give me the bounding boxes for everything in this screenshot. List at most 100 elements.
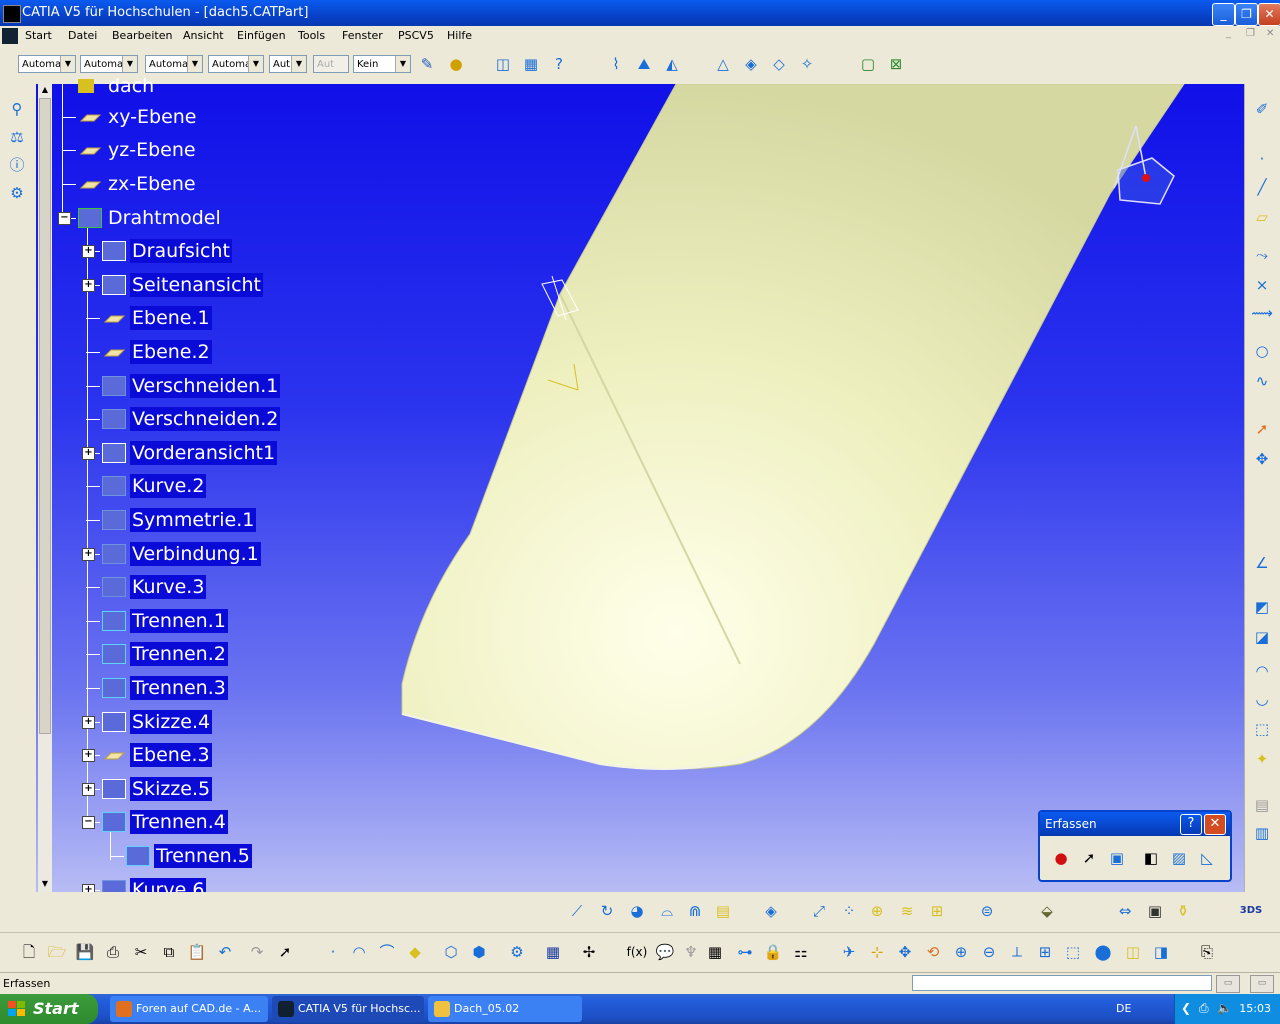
circle-icon[interactable]: ○ [1251,340,1273,362]
document-icon[interactable] [2,28,18,44]
layer-filter-combo[interactable]: Kein ▼ [353,55,411,73]
menu-hilfe[interactable]: Hilfe [447,29,472,42]
sphere-icon[interactable]: ◕ [626,900,648,922]
point-tool-icon[interactable]: · [322,941,344,963]
zoom-in-icon[interactable]: ⊕ [950,941,972,963]
options-icon[interactable]: ▣ [1104,844,1130,872]
help-arrow-icon[interactable]: ➚ [274,941,296,963]
copy-icon[interactable]: ⧉ [158,941,180,963]
plane-icon[interactable]: ▱ [1251,206,1273,228]
material-icon[interactable]: ● [445,53,467,75]
update-icon[interactable]: ⎘ [1196,941,1218,963]
table-icon[interactable]: ▦ [704,941,726,963]
fit-all-icon[interactable]: ⊹ [866,941,888,963]
hide-show-icon[interactable]: ◫ [1122,941,1144,963]
help-button[interactable]: ? [1180,814,1202,835]
extract-icon[interactable]: ⬚ [1251,718,1273,740]
menu-bearbeiten[interactable]: Bearbeiten [112,29,172,42]
paste-icon[interactable]: 📋 [186,941,208,963]
surface-icon[interactable]: ◭ [661,53,683,75]
offset-icon[interactable]: ⟿ [1251,302,1273,324]
pointer-icon[interactable]: ➚ [1076,844,1102,872]
boolean-icon[interactable]: ⊕ [866,900,888,922]
print-icon[interactable]: ⎙ [102,941,124,963]
erfassen-header[interactable]: Erfassen ? ✕ [1040,812,1230,836]
point-type-combo[interactable]: Automa ▼ [208,55,264,73]
doc-minimize-button[interactable]: _ [1226,28,1231,39]
new-icon[interactable]: 🗋 [18,941,40,963]
rotate-icon[interactable]: ⟲ [922,941,944,963]
open-icon[interactable]: 🗁 [46,941,68,963]
fillet-icon[interactable]: ◠ [1251,660,1273,682]
point-icon[interactable]: · [1251,148,1273,170]
spline-icon[interactable]: ∿ [1251,370,1273,392]
shape-icon[interactable]: ⬡ [440,941,462,963]
wireframe-cube-icon[interactable]: ⊠ [885,53,907,75]
translate-icon[interactable]: ✦ [1251,748,1273,770]
solid-icon[interactable]: ◈ [760,900,782,922]
pattern-icon[interactable]: ⁘ [838,900,860,922]
doc-close-button[interactable]: ✕ [1266,28,1274,39]
expand-icon[interactable]: + [82,245,95,258]
network-icon[interactable]: ⎙ [1199,1001,1209,1016]
record-icon[interactable]: ● [1048,844,1074,872]
tray-expand-icon[interactable]: ❮ [1181,1001,1191,1015]
cube-icon[interactable]: ▢ [857,53,879,75]
taskbar-item-firefox[interactable]: Foren auf CAD.de - A... [110,996,268,1022]
menu-datei[interactable]: Datei [68,29,97,42]
status-button-2[interactable]: ▭ [1250,975,1274,993]
shading-icon[interactable]: ⬤ [1092,941,1114,963]
expand-icon[interactable]: + [82,279,95,292]
bottle-icon[interactable]: ⚱ [1172,900,1194,922]
expand-icon[interactable]: + [82,716,95,729]
comment-icon[interactable]: 💬 [654,941,676,963]
layer-combo[interactable]: Aut ▼ [269,55,307,73]
expand-icon[interactable]: + [82,447,95,460]
zoom-out-icon[interactable]: ⊖ [978,941,1000,963]
tree-icon[interactable]: ⊶ [734,941,756,963]
shape-2-icon[interactable]: ⬢ [468,941,490,963]
line-weight-combo[interactable]: Automa ▼ [145,55,203,73]
analysis-tool-icon[interactable]: ⊜ [976,900,998,922]
sensor-icon[interactable]: ▣ [1144,900,1166,922]
compass-tool-icon[interactable]: ✢ [578,941,600,963]
normal-view-icon[interactable]: ⟂ [1006,941,1028,963]
expand-icon[interactable]: + [82,783,95,796]
curve-analysis-icon[interactable]: ∠ [1251,552,1273,574]
scroll-thumb[interactable] [39,98,51,734]
navigation-icon[interactable]: ⚙ [6,182,28,204]
sketcher-icon[interactable]: ✐ [1251,98,1273,120]
surface-tool-icon[interactable]: ◆ [404,941,426,963]
sweep-icon[interactable]: ⌇ [605,53,627,75]
geometric-set-icon[interactable]: ⚙ [506,941,528,963]
line-type-combo[interactable]: Automa ▼ [80,55,138,73]
album-icon[interactable]: ◺ [1194,844,1220,872]
menu-einfuegen[interactable]: Einfügen [237,29,286,42]
info-icon[interactable]: ⓘ [6,154,28,176]
scroll-down-icon[interactable]: ▼ [39,878,51,890]
tree-scrollbar[interactable]: ▲ ▼ [38,84,52,892]
capture-mode-icon[interactable]: ◧ [1138,844,1164,872]
extrude-icon[interactable]: ⛰ [633,53,655,75]
scroll-up-icon[interactable]: ▲ [39,84,51,96]
intersection-icon[interactable]: ⨯ [1251,274,1273,296]
catalog-icon[interactable]: ⬙ [1036,900,1058,922]
pan-icon[interactable]: ✥ [894,941,916,963]
taskbar-item-catia[interactable]: CATIA V5 für Hochsc... [272,996,424,1022]
collapse-icon[interactable]: − [58,212,71,225]
reference-icon[interactable]: ⚏ [790,941,812,963]
formula-icon[interactable]: f(x) [626,941,648,963]
multi-section-icon[interactable]: ✧ [796,53,818,75]
menu-ansicht[interactable]: Ansicht [183,29,224,42]
menu-tools[interactable]: Tools [298,29,325,42]
blend-icon[interactable]: ◇ [768,53,790,75]
knowledge-icon[interactable]: ♆ [680,941,702,963]
expand-icon[interactable]: + [82,749,95,762]
thickness-icon[interactable]: ▤ [712,900,734,922]
pyramid-icon[interactable]: △ [712,53,734,75]
lock-icon[interactable]: 🔒 [762,941,784,963]
power-input[interactable] [912,975,1212,991]
fill-icon[interactable]: ◈ [740,53,762,75]
arc-icon[interactable]: ◠ [348,941,370,963]
chamfer-icon[interactable]: ◡ [1251,688,1273,710]
